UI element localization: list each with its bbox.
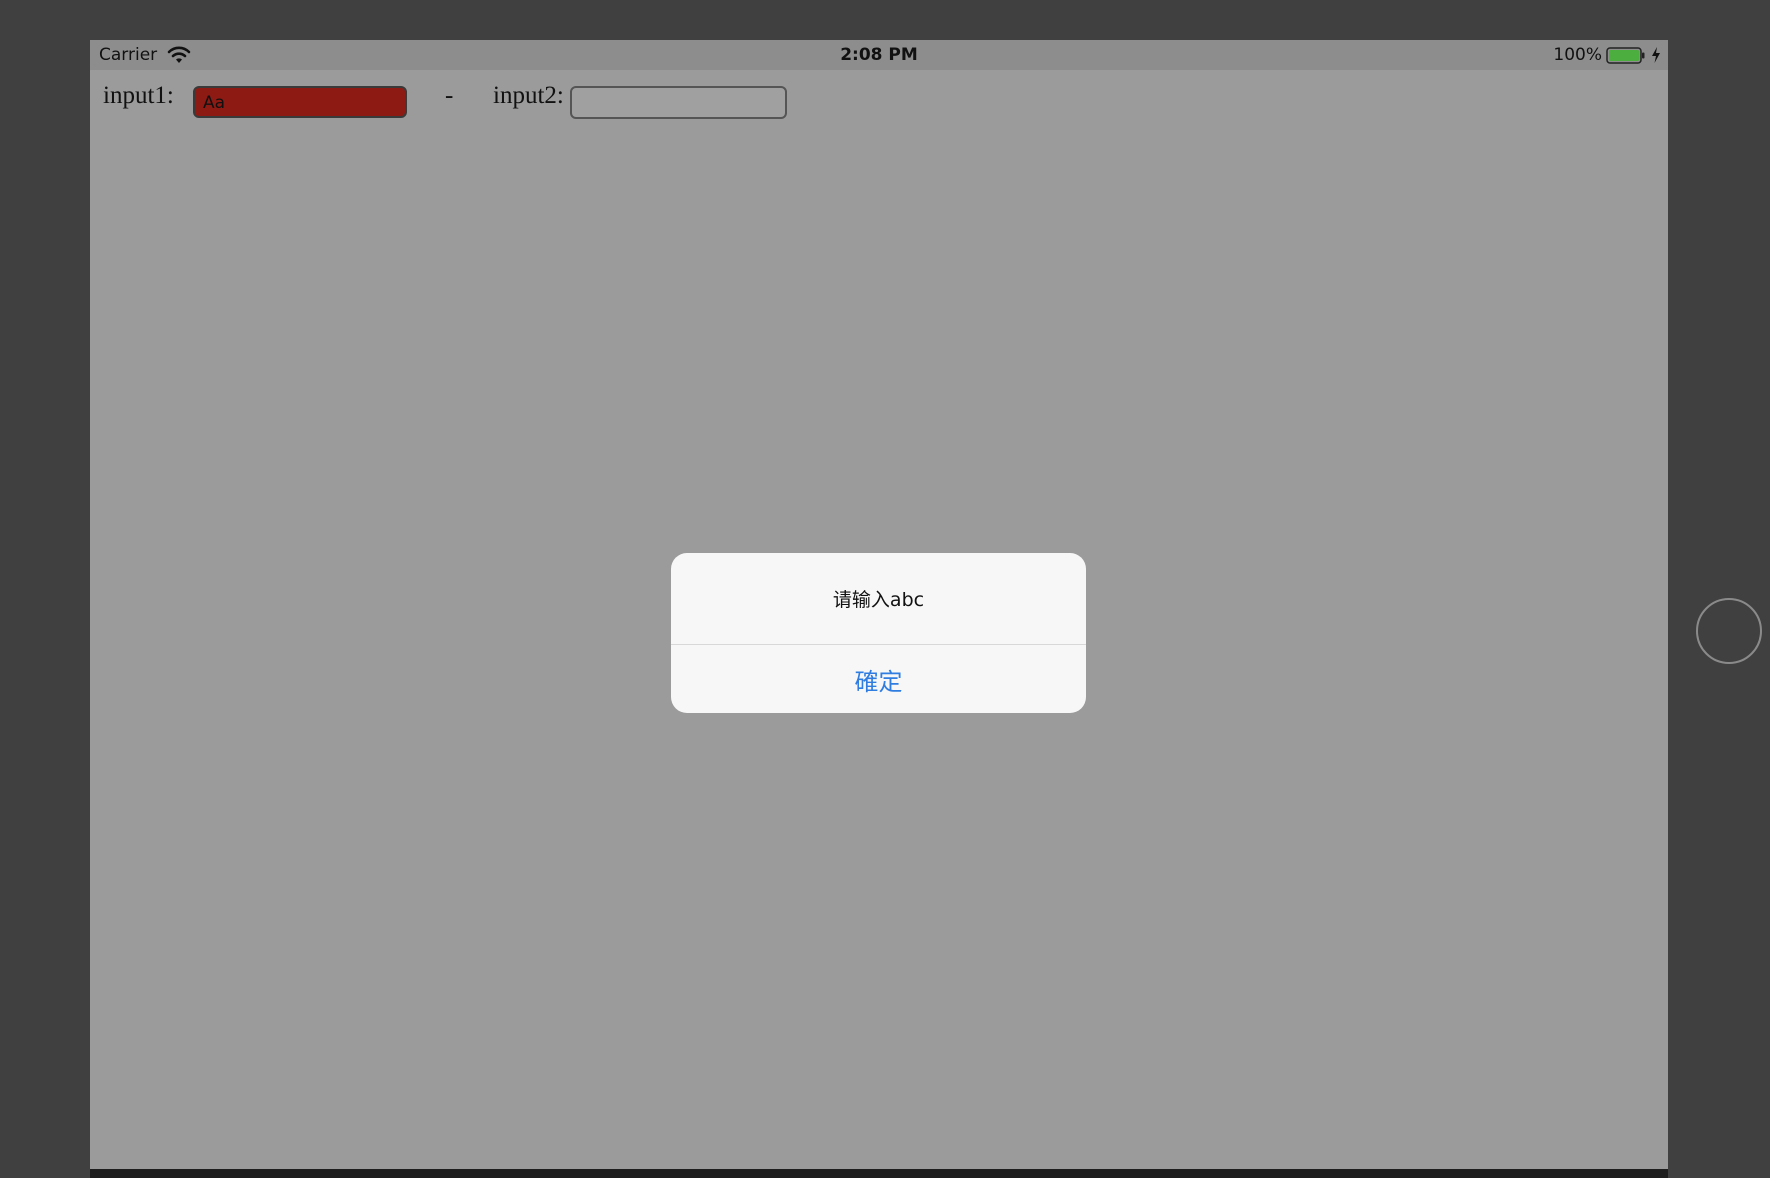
alert-dialog: 请输入abc 確定 xyxy=(671,553,1086,713)
alert-message: 请输入abc xyxy=(832,589,925,611)
battery-percent: 100% xyxy=(1553,45,1602,65)
input1-field[interactable]: Aa xyxy=(193,86,407,118)
input2-field[interactable] xyxy=(570,86,787,119)
device-frame: Carrier 2:08 PM 100% input1: Aa - input2… xyxy=(0,0,1770,1178)
assistive-touch-button[interactable] xyxy=(1696,598,1762,664)
input-separator: - xyxy=(445,82,454,109)
status-bar: Carrier 2:08 PM 100% xyxy=(90,40,1668,70)
app-screen: Carrier 2:08 PM 100% input1: Aa - input2… xyxy=(90,40,1668,1169)
status-time: 2:08 PM xyxy=(840,45,918,65)
alert-confirm-button[interactable]: 確定 xyxy=(671,645,1086,713)
screen-bottom-edge xyxy=(90,1169,1668,1178)
battery-icon xyxy=(1606,47,1645,64)
input1-label: input1: xyxy=(103,82,174,109)
charging-bolt-icon xyxy=(1652,47,1660,63)
input2-label: input2: xyxy=(493,82,564,109)
